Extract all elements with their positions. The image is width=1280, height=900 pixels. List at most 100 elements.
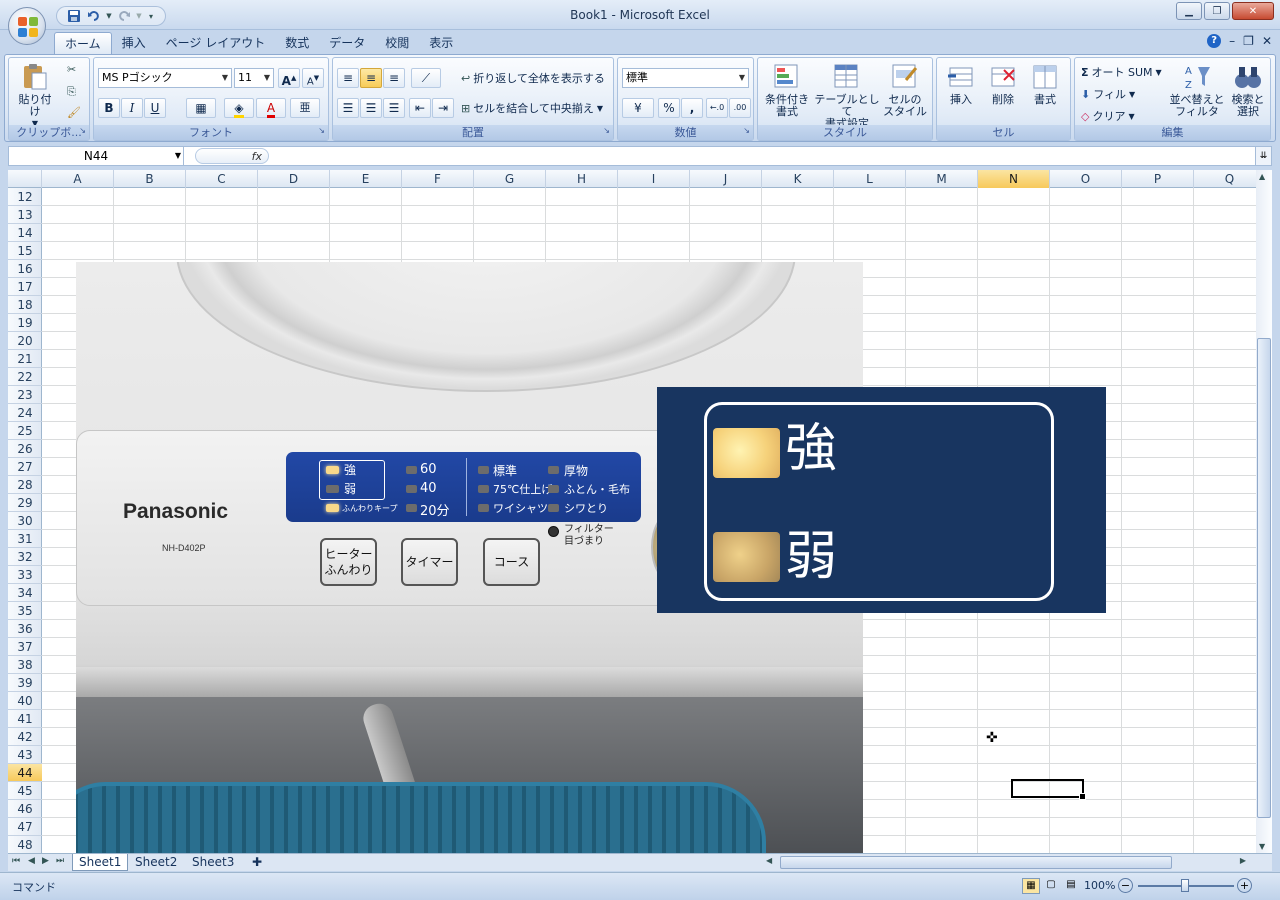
align-bottom-button[interactable]: ≡: [383, 68, 405, 88]
name-box[interactable]: N44 ▼: [9, 147, 184, 165]
tab-home[interactable]: ホーム: [54, 32, 112, 54]
scroll-right-icon[interactable]: ▶: [1240, 856, 1246, 865]
zoom-in-icon[interactable]: +: [1237, 878, 1252, 893]
zoom-level[interactable]: 100%: [1084, 879, 1115, 892]
row-header[interactable]: 33: [8, 566, 42, 584]
help-icon[interactable]: ?: [1207, 34, 1222, 48]
row-header[interactable]: 16: [8, 260, 42, 278]
cell-area[interactable]: Panasonic NH-D402P 強 弱 ふんわりキープ 60 40 20分…: [42, 188, 1256, 853]
ribbon-restore-icon[interactable]: ❐: [1243, 34, 1254, 48]
scroll-up-icon[interactable]: ▲: [1259, 172, 1265, 181]
row-header[interactable]: 35: [8, 602, 42, 620]
zoom-out-icon[interactable]: −: [1118, 878, 1133, 893]
shrink-font-button[interactable]: A▼: [302, 68, 324, 88]
row-header[interactable]: 24: [8, 404, 42, 422]
tab-page-layout[interactable]: ページ レイアウト: [156, 32, 276, 54]
row-header[interactable]: 29: [8, 494, 42, 512]
column-header[interactable]: M: [906, 170, 978, 188]
horizontal-scrollbar[interactable]: ◀ ▶: [760, 854, 1250, 871]
format-painter-button[interactable]: 🖌: [67, 106, 81, 119]
cell-styles-button[interactable]: セルの スタイル: [880, 62, 930, 118]
column-header[interactable]: D: [258, 170, 330, 188]
insert-cells-button[interactable]: 挿入: [941, 62, 981, 106]
ribbon-close-icon[interactable]: ✕: [1262, 34, 1272, 48]
delete-cells-button[interactable]: 削除: [983, 62, 1023, 106]
align-center-button[interactable]: ☰: [360, 98, 382, 118]
decrease-indent-button[interactable]: ⇤: [409, 98, 431, 118]
row-header[interactable]: 37: [8, 638, 42, 656]
select-all-corner[interactable]: [8, 170, 42, 188]
ribbon-minimize-icon[interactable]: –: [1229, 34, 1235, 48]
fill-color-button[interactable]: ◈: [224, 98, 254, 118]
bold-button[interactable]: B: [98, 98, 120, 118]
borders-button[interactable]: ▦: [186, 98, 216, 118]
autosum-button[interactable]: Σ オート SUM ▼: [1081, 64, 1162, 80]
column-header[interactable]: G: [474, 170, 546, 188]
copy-button[interactable]: ⎘: [67, 85, 76, 99]
row-header[interactable]: 13: [8, 206, 42, 224]
row-header[interactable]: 38: [8, 656, 42, 674]
percent-button[interactable]: %: [658, 98, 680, 118]
cut-button[interactable]: ✂: [67, 63, 76, 76]
row-header[interactable]: 44: [8, 764, 42, 782]
clear-button[interactable]: ◇ クリア ▼: [1081, 108, 1135, 124]
vertical-scrollbar[interactable]: ▲ ▼: [1256, 170, 1272, 853]
vertical-scroll-thumb[interactable]: [1257, 338, 1271, 818]
next-sheet-icon[interactable]: ▶: [42, 856, 49, 866]
row-header[interactable]: 31: [8, 530, 42, 548]
expand-formula-bar-icon[interactable]: ⇊: [1255, 147, 1271, 165]
last-sheet-icon[interactable]: ⏭: [56, 856, 64, 866]
prev-sheet-icon[interactable]: ◀: [28, 856, 35, 866]
column-header[interactable]: I: [618, 170, 690, 188]
format-as-table-button[interactable]: テーブルとして 書式設定: [814, 62, 880, 130]
format-cells-button[interactable]: 書式: [1025, 62, 1065, 106]
dialog-launcher-icon[interactable]: ↘: [79, 123, 86, 138]
row-header[interactable]: 48: [8, 836, 42, 853]
tab-data[interactable]: データ: [319, 32, 375, 54]
column-header[interactable]: B: [114, 170, 186, 188]
conditional-formatting-button[interactable]: 条件付き 書式: [760, 62, 814, 118]
scroll-left-icon[interactable]: ◀: [766, 856, 772, 865]
row-header[interactable]: 36: [8, 620, 42, 638]
phonetic-button[interactable]: 亜: [290, 98, 320, 118]
zoom-slider[interactable]: [1138, 879, 1234, 892]
row-header[interactable]: 19: [8, 314, 42, 332]
sheet-tab-sheet2[interactable]: Sheet2: [129, 854, 183, 871]
row-header[interactable]: 45: [8, 782, 42, 800]
font-size-combo[interactable]: 11 ▼: [234, 68, 274, 88]
row-header[interactable]: 23: [8, 386, 42, 404]
insert-function-button[interactable]: fx: [195, 148, 269, 164]
row-header[interactable]: 47: [8, 818, 42, 836]
row-header[interactable]: 39: [8, 674, 42, 692]
row-header[interactable]: 41: [8, 710, 42, 728]
column-header[interactable]: Q: [1194, 170, 1256, 188]
dialog-launcher-icon[interactable]: ↘: [318, 123, 325, 138]
formula-input[interactable]: [273, 147, 1253, 165]
tab-insert[interactable]: 挿入: [112, 32, 156, 54]
column-header[interactable]: N: [978, 170, 1050, 188]
zoom-callout[interactable]: 強 弱: [657, 387, 1106, 613]
column-header[interactable]: J: [690, 170, 762, 188]
insert-sheet-icon[interactable]: ✚: [246, 854, 268, 871]
row-header[interactable]: 34: [8, 584, 42, 602]
paste-button[interactable]: 貼り付け ▼: [15, 62, 55, 130]
dialog-launcher-icon[interactable]: ↘: [603, 123, 610, 138]
row-header[interactable]: 21: [8, 350, 42, 368]
row-header[interactable]: 43: [8, 746, 42, 764]
merge-center-button[interactable]: ⊞ セルを結合して中央揃え ▼: [461, 100, 603, 116]
sort-filter-button[interactable]: AZ 並べ替えと フィルタ: [1169, 62, 1225, 118]
grow-font-button[interactable]: A▲: [278, 68, 300, 88]
column-header[interactable]: H: [546, 170, 618, 188]
decrease-decimal-button[interactable]: .00: [729, 98, 751, 118]
column-header[interactable]: P: [1122, 170, 1194, 188]
align-middle-button[interactable]: ≡: [360, 68, 382, 88]
increase-decimal-button[interactable]: ←.0: [706, 98, 728, 118]
align-top-button[interactable]: ≡: [337, 68, 359, 88]
row-header[interactable]: 32: [8, 548, 42, 566]
column-header[interactable]: A: [42, 170, 114, 188]
row-header[interactable]: 30: [8, 512, 42, 530]
page-break-view-button[interactable]: ▤: [1062, 878, 1080, 894]
fill-button[interactable]: ⬇ フィル ▼: [1081, 86, 1135, 102]
dialog-launcher-icon[interactable]: ↘: [743, 123, 750, 138]
tab-review[interactable]: 校閲: [375, 32, 419, 54]
